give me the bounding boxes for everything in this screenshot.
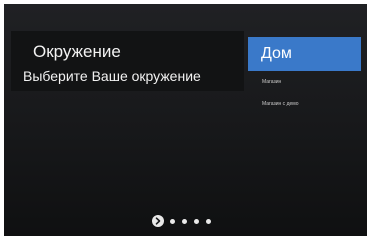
option-store-demo[interactable]: Магазин с демо [248,93,361,115]
page-title: Окружение [33,42,121,61]
option-label: Магазин с демо [262,101,299,107]
page-dot [170,218,175,224]
header-panel: Окружение Выберите Ваше окружение [11,31,244,91]
setup-screen: Окружение Выберите Ваше окружение Дом Ма… [4,4,367,236]
page-indicator [152,214,218,228]
option-home[interactable]: Дом [248,37,361,71]
option-label: Магазин [262,79,282,85]
page-dot [182,218,187,224]
chevron-right-icon [152,215,164,227]
page-subtitle: Выберите Ваше окружение [23,68,201,84]
page-dot [194,218,199,224]
page-dot [206,218,211,224]
option-store[interactable]: Магазин [248,71,361,93]
environment-options-list: Дом Магазин Магазин с демо [248,37,361,115]
option-label: Дом [261,45,292,62]
